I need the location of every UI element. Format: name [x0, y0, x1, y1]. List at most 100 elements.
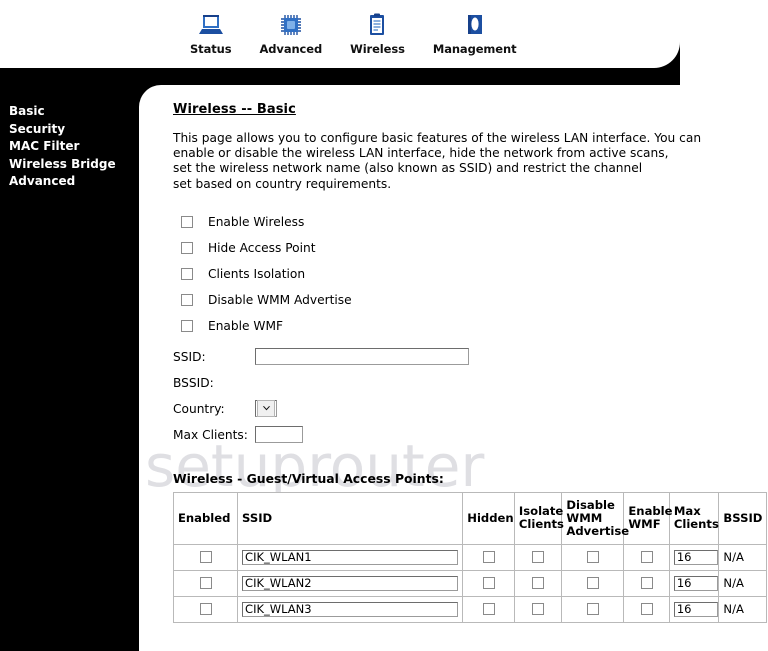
- cell-ssid: [237, 543, 464, 571]
- cell-max-clients: [668, 569, 720, 597]
- cell-enable-wmf: [623, 569, 670, 597]
- nav-label: Status: [190, 42, 232, 56]
- cell-enable-wmf: [623, 543, 670, 571]
- checkbox-vap-enabled[interactable]: [199, 577, 212, 590]
- field-row-bssid: BSSID:: [173, 370, 768, 396]
- checkbox-vap-enabled[interactable]: [199, 603, 212, 616]
- sidebar: Basic Security MAC Filter Wireless Bridg…: [0, 68, 139, 651]
- cell-isolate-clients: [513, 595, 563, 623]
- cell-bssid: N/A: [718, 569, 767, 597]
- bssid-label: BSSID:: [173, 375, 214, 390]
- page-title: Wireless -- Basic: [173, 102, 296, 117]
- option-label: Disable WMM Advertise: [208, 292, 352, 307]
- field-row-country: Country:: [173, 396, 768, 422]
- wireless-fields: SSID: BSSID: Country: Max Clients:: [173, 344, 768, 448]
- nav-item-status[interactable]: Status: [190, 12, 232, 56]
- cell-hidden: [462, 595, 515, 623]
- checkbox-vap-enabled[interactable]: [199, 551, 212, 564]
- cell-bssid: N/A: [718, 595, 767, 623]
- banner-right-fill: [680, 0, 768, 68]
- cell-disable-wmm: [561, 543, 625, 571]
- checkbox-clients-isolation[interactable]: [181, 267, 193, 280]
- checkbox-vap-enable-wmf[interactable]: [640, 603, 653, 616]
- nav-label: Advanced: [259, 42, 323, 56]
- checkbox-vap-disable-wmm[interactable]: [586, 551, 599, 564]
- vap-ssid-input[interactable]: [242, 601, 459, 617]
- checkbox-vap-isolate-clients[interactable]: [532, 577, 545, 590]
- col-header-disable-wmm-advertise: Disable WMM Advertise: [561, 491, 629, 545]
- option-row-enable-wmf: Enable WMF: [173, 313, 768, 339]
- col-header-ssid: SSID: [237, 491, 464, 545]
- option-row-enable-wireless: Enable Wireless: [173, 209, 768, 235]
- ssid-label: SSID:: [173, 349, 206, 364]
- col-header-hidden: Hidden: [462, 491, 515, 545]
- col-header-bssid: BSSID: [718, 491, 767, 545]
- vap-max-clients-input[interactable]: [673, 601, 718, 617]
- content-panel: setuprouter Wireless -- Basic This page …: [139, 85, 768, 651]
- checkbox-vap-disable-wmm[interactable]: [586, 577, 599, 590]
- cell-isolate-clients: [513, 569, 563, 597]
- table-row: N/A: [172, 569, 767, 597]
- checkbox-vap-enable-wmf[interactable]: [640, 577, 653, 590]
- col-header-enable-wmf: Enable WMF: [623, 491, 673, 545]
- field-row-max-clients: Max Clients:: [173, 422, 768, 448]
- cell-enabled: [172, 543, 239, 571]
- nav-item-wireless[interactable]: Wireless: [350, 12, 405, 56]
- ssid-input[interactable]: [255, 348, 469, 366]
- checkbox-disable-wmm-advertise[interactable]: [181, 293, 193, 306]
- checkbox-vap-enable-wmf[interactable]: [640, 551, 653, 564]
- vap-table: Enabled SSID Hidden Isolate Clients Disa…: [172, 491, 767, 623]
- checkbox-enable-wmf[interactable]: [181, 319, 193, 332]
- nav-item-management[interactable]: Management: [433, 12, 517, 56]
- cell-bssid: N/A: [718, 543, 767, 571]
- option-label: Hide Access Point: [208, 240, 316, 255]
- cell-ssid: [237, 569, 464, 597]
- clipboard-icon: [364, 12, 390, 38]
- checkbox-vap-isolate-clients[interactable]: [532, 551, 545, 564]
- book-icon: [462, 12, 488, 38]
- vap-ssid-input[interactable]: [242, 549, 459, 565]
- sidebar-item-wireless-bridge[interactable]: Wireless Bridge: [0, 156, 139, 174]
- nav-label: Management: [432, 42, 517, 56]
- checkbox-vap-hidden[interactable]: [482, 603, 495, 616]
- country-select[interactable]: [255, 400, 277, 418]
- cell-enabled: [172, 595, 239, 623]
- cell-hidden: [462, 543, 515, 571]
- option-row-clients-isolation: Clients Isolation: [173, 261, 768, 287]
- sidebar-item-basic[interactable]: Basic: [0, 103, 139, 121]
- field-row-ssid: SSID:: [173, 344, 768, 370]
- checkbox-vap-isolate-clients[interactable]: [532, 603, 545, 616]
- cell-ssid: [237, 595, 464, 623]
- checkbox-enable-wireless[interactable]: [181, 215, 193, 228]
- cell-isolate-clients: [513, 543, 563, 571]
- vap-table-header-row: Enabled SSID Hidden Isolate Clients Disa…: [172, 491, 767, 545]
- nav-item-advanced[interactable]: Advanced: [259, 12, 322, 56]
- checkbox-vap-hidden[interactable]: [482, 577, 495, 590]
- col-header-enabled: Enabled: [172, 491, 239, 545]
- table-row: N/A: [172, 595, 767, 623]
- sidebar-item-security[interactable]: Security: [0, 121, 139, 139]
- max-clients-input[interactable]: [255, 426, 303, 444]
- nav-label: Wireless: [350, 42, 405, 56]
- option-label: Clients Isolation: [208, 266, 306, 281]
- cell-max-clients: [668, 595, 720, 623]
- checkbox-vap-disable-wmm[interactable]: [586, 603, 599, 616]
- sidebar-item-advanced[interactable]: Advanced: [0, 173, 139, 191]
- top-navigation: Status Advanced Wireless Management: [190, 12, 517, 56]
- sidebar-item-mac-filter[interactable]: MAC Filter: [0, 138, 139, 156]
- vap-max-clients-input[interactable]: [673, 549, 718, 565]
- vap-ssid-input[interactable]: [242, 575, 459, 591]
- vap-table-title: Wireless - Guest/Virtual Access Points:: [173, 470, 444, 486]
- col-header-isolate-clients: Isolate Clients: [513, 491, 564, 545]
- checkbox-hide-access-point[interactable]: [181, 241, 193, 254]
- checkbox-vap-hidden[interactable]: [482, 551, 495, 564]
- chevron-down-icon: [257, 400, 275, 418]
- option-row-hide-access-point: Hide Access Point: [173, 235, 768, 261]
- wireless-options-list: Enable Wireless Hide Access Point Client…: [173, 209, 768, 339]
- vap-max-clients-input[interactable]: [673, 575, 718, 591]
- page-description: This page allows you to configure basic …: [173, 131, 702, 191]
- cell-disable-wmm: [561, 569, 625, 597]
- cell-max-clients: [668, 543, 720, 571]
- cell-enabled: [172, 569, 239, 597]
- country-label: Country:: [173, 401, 225, 416]
